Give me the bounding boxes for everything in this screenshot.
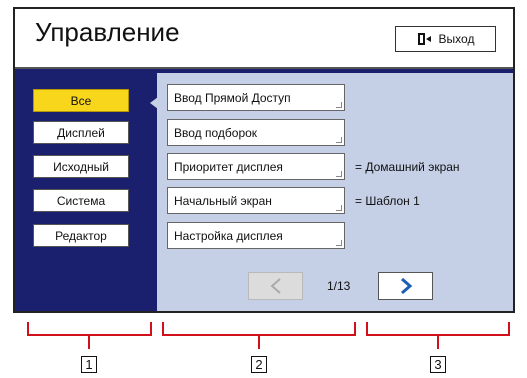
category-all[interactable]: Все <box>33 89 129 112</box>
chevron-right-icon <box>400 277 412 295</box>
chevron-left-icon <box>269 278 281 294</box>
control-panel-screen: Управление Выход Все Дисплей Исходный Си… <box>13 7 515 313</box>
corner-mark-icon <box>336 240 342 246</box>
callout-bracket-1 <box>27 322 152 336</box>
corner-mark-icon <box>336 137 342 143</box>
setting-collections[interactable]: Ввод подборок <box>167 119 345 146</box>
setting-display-priority-value: = Домашний экран <box>355 159 460 174</box>
previous-page-button[interactable] <box>248 272 303 300</box>
page-indicator: 1/13 <box>327 279 351 293</box>
exit-door-icon <box>417 33 431 45</box>
callout-stem-2 <box>258 336 260 349</box>
category-system[interactable]: Система <box>33 189 129 212</box>
next-page-button[interactable] <box>378 272 433 300</box>
callout-number-1: 1 <box>81 356 97 373</box>
setting-display-priority[interactable]: Приоритет дисплея <box>167 153 345 180</box>
category-editor[interactable]: Редактор <box>33 224 129 247</box>
page-title: Управление <box>35 17 180 47</box>
callout-number-2: 2 <box>251 356 267 373</box>
settings-panel: Ввод Прямой Доступ Ввод подборок Приорит… <box>157 73 513 311</box>
corner-mark-icon <box>336 102 342 108</box>
corner-mark-icon <box>336 205 342 211</box>
corner-mark-icon <box>336 171 342 177</box>
callout-bracket-2 <box>162 322 356 336</box>
exit-button[interactable]: Выход <box>395 26 496 52</box>
callout-stem-3 <box>437 336 439 349</box>
header: Управление Выход <box>15 9 513 69</box>
setting-direct-access[interactable]: Ввод Прямой Доступ <box>167 84 345 111</box>
category-display[interactable]: Дисплей <box>33 121 129 144</box>
setting-display-config[interactable]: Настройка дисплея <box>167 222 345 249</box>
exit-button-label: Выход <box>438 32 475 46</box>
callout-stem-1 <box>88 336 90 349</box>
callout-bracket-3 <box>366 322 510 336</box>
setting-start-screen[interactable]: Начальный экран <box>167 187 345 214</box>
callout-number-3: 3 <box>430 356 446 373</box>
category-initial[interactable]: Исходный <box>33 155 129 178</box>
setting-start-screen-value: = Шаблон 1 <box>355 193 420 208</box>
